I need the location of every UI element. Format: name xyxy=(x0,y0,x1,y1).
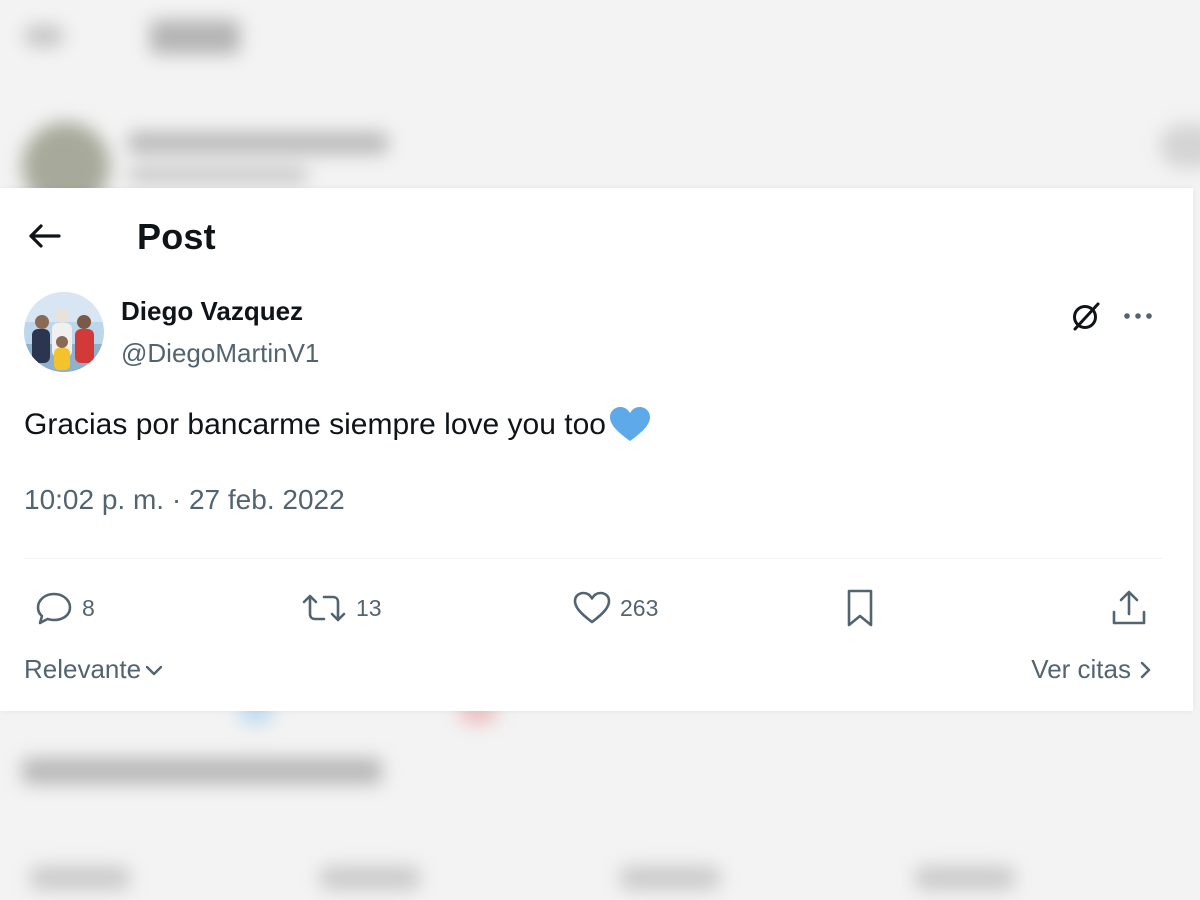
share-button[interactable] xyxy=(1110,586,1148,630)
view-quotes-link[interactable]: Ver citas xyxy=(1031,654,1155,685)
reply-count: 8 xyxy=(82,594,95,621)
avatar[interactable] xyxy=(24,292,104,372)
heart-outline-icon xyxy=(573,591,611,624)
repost-button[interactable]: 13 xyxy=(300,586,382,630)
like-count: 263 xyxy=(620,594,659,621)
reply-button[interactable]: 8 xyxy=(34,586,95,630)
chevron-right-icon xyxy=(1140,661,1151,678)
back-button[interactable] xyxy=(22,214,66,258)
blurred-title xyxy=(150,20,240,54)
divider xyxy=(24,558,1162,559)
blurred-name xyxy=(128,132,388,154)
sort-replies-dropdown[interactable]: Relevante xyxy=(24,654,165,685)
bookmark-icon xyxy=(847,589,873,627)
sort-label: Relevante xyxy=(24,654,142,684)
blurred-back-arrow xyxy=(26,26,62,46)
grok-icon[interactable] xyxy=(1068,298,1104,334)
avatar-photo xyxy=(24,292,104,372)
post-header: Post xyxy=(0,188,1193,288)
blurred-timestamp xyxy=(22,758,382,784)
blurred-subtitle xyxy=(128,168,308,182)
post-text-content: Gracias por bancarme siempre love you to… xyxy=(24,408,606,441)
reply-icon xyxy=(36,592,72,625)
blurred-action xyxy=(320,866,420,890)
blurred-button xyxy=(1160,124,1200,168)
bookmark-button[interactable] xyxy=(842,586,878,630)
chevron-down-icon xyxy=(145,665,163,675)
post-timestamp[interactable]: 10:02 p. m. · 27 feb. 2022 xyxy=(24,484,345,516)
repost-count: 13 xyxy=(356,594,382,621)
blue-heart-emoji-icon xyxy=(609,407,650,441)
blurred-action xyxy=(620,866,720,890)
page-title: Post xyxy=(137,216,216,257)
author-display-name[interactable]: Diego Vazquez xyxy=(121,296,303,327)
more-options-icon[interactable] xyxy=(1118,298,1158,334)
repost-icon xyxy=(302,594,346,622)
quotes-label: Ver citas xyxy=(1031,654,1131,684)
blurred-action xyxy=(30,866,130,890)
blurred-action xyxy=(915,866,1015,890)
post-text: Gracias por bancarme siempre love you to… xyxy=(24,406,652,444)
post-card: Post Diego Vazquez @DiegoMartinV1 Gracia… xyxy=(0,188,1193,711)
arrow-left-icon xyxy=(29,224,61,248)
like-button[interactable]: 263 xyxy=(572,586,658,630)
author-handle[interactable]: @DiegoMartinV1 xyxy=(121,338,319,369)
share-icon xyxy=(1112,590,1146,625)
